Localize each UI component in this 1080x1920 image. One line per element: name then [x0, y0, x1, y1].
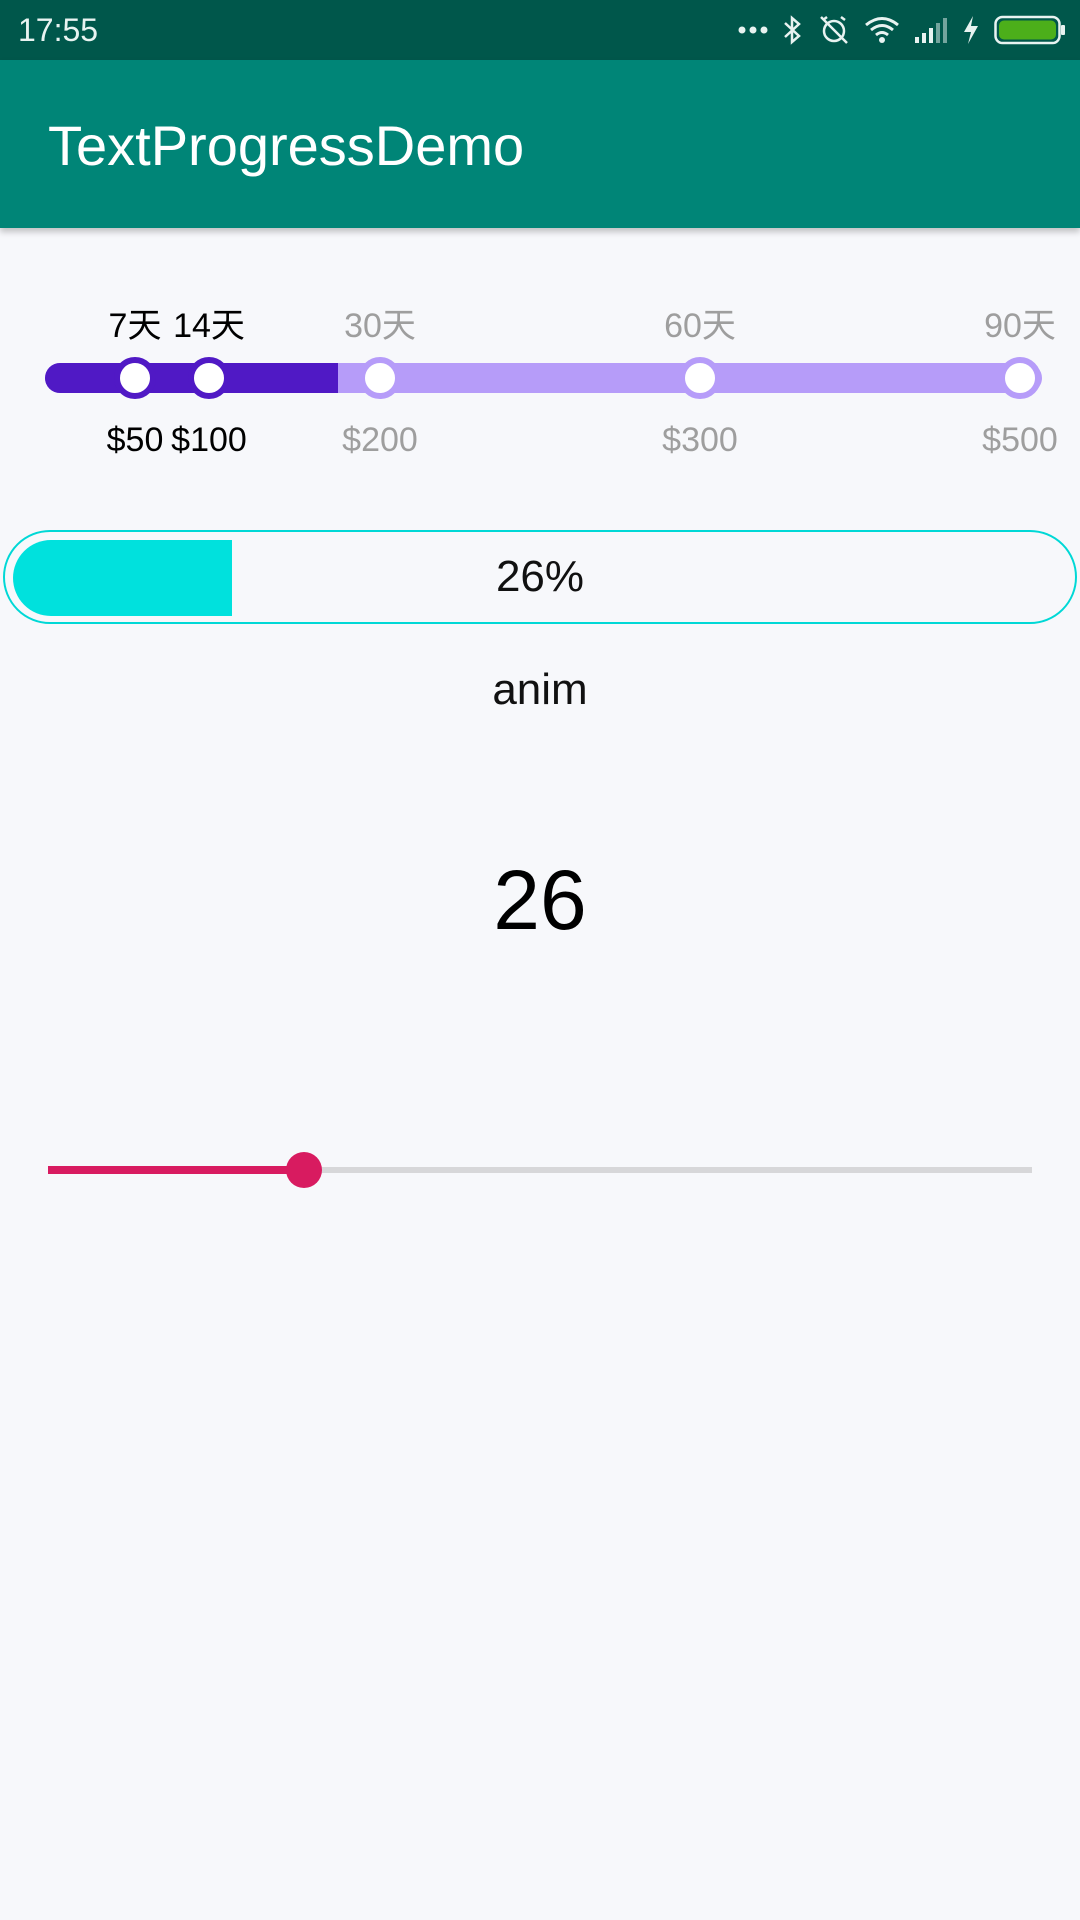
step-node[interactable] — [359, 357, 401, 399]
app-title: TextProgressDemo — [48, 114, 525, 177]
status-bar: 17:55 — [0, 0, 1080, 60]
step-bottom-label: $500 — [982, 421, 1058, 459]
seekbar-thumb[interactable] — [286, 1152, 322, 1188]
text-progress-label: 26% — [495, 552, 585, 601]
step-node[interactable] — [999, 357, 1041, 399]
step-node[interactable] — [114, 357, 156, 399]
step-bottom-label: $200 — [342, 421, 418, 459]
step-top-label: 90天 — [984, 307, 1056, 345]
step-progress: 7天 14天 30天 60天 90天 $50 $100 $200 $300 $5… — [0, 290, 1080, 470]
bluetooth-icon — [782, 15, 804, 45]
status-time: 17:55 — [18, 12, 99, 48]
alarm-off-icon — [818, 14, 850, 46]
step-node[interactable] — [679, 357, 721, 399]
progress-seekbar[interactable] — [48, 1150, 1032, 1190]
wifi-icon — [864, 16, 900, 44]
text-progress-bar: 26% — [3, 530, 1077, 624]
more-dots-icon — [738, 25, 768, 35]
status-icons — [738, 8, 1066, 52]
step-bottom-label: $300 — [662, 421, 738, 459]
step-top-label: 14天 — [173, 307, 245, 345]
app-bar: TextProgressDemo — [0, 60, 1080, 228]
step-top-label: 30天 — [344, 307, 416, 345]
progress-value: 26 — [493, 853, 587, 947]
battery-icon — [994, 15, 1066, 45]
signal-icon — [914, 17, 948, 43]
step-node[interactable] — [188, 357, 230, 399]
step-bottom-label: $100 — [171, 421, 247, 459]
anim-button[interactable]: anim — [390, 660, 690, 720]
charging-icon — [962, 15, 980, 45]
step-top-label: 60天 — [664, 307, 736, 345]
seekbar-fill — [48, 1166, 304, 1174]
